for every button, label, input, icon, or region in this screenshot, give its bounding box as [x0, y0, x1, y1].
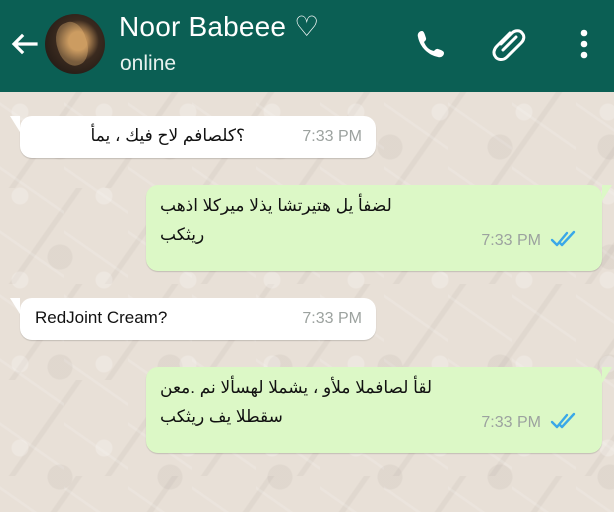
- back-button[interactable]: [8, 28, 40, 60]
- outgoing-message-bubble[interactable]: لضفأ يل هتيرتشا يذلا ميركلا اذهب ريثكب 7…: [146, 185, 612, 271]
- message-text-line: لضفأ يل هتيرتشا يذلا ميركلا اذهب: [160, 196, 392, 215]
- chat-background: ؟كلصافم لاح فيك ، يمأ 7:33 PM لضفأ يل هت…: [0, 92, 614, 512]
- message-time: 7:33 PM: [481, 232, 541, 249]
- message-text: RedJoint Cream?: [35, 308, 168, 327]
- contact-status: online: [120, 52, 177, 75]
- incoming-message-bubble[interactable]: RedJoint Cream? 7:33 PM: [10, 298, 376, 340]
- message-time: 7:33 PM: [481, 414, 541, 431]
- arrow-left-icon: [11, 33, 38, 55]
- contact-avatar[interactable]: [45, 14, 105, 74]
- chat-header: Noor Babeee ♡ online: [0, 0, 614, 92]
- message-text: ؟كلصافم لاح فيك ، يمأ: [90, 126, 245, 145]
- message-text-line: لقأ لصافملا ملأو ، يشملا لهسألا نم .معن: [160, 378, 433, 397]
- read-double-check-icon: [550, 230, 576, 247]
- more-vertical-icon: [580, 29, 588, 59]
- voice-call-button[interactable]: [412, 25, 450, 63]
- incoming-message-bubble[interactable]: ؟كلصافم لاح فيك ، يمأ 7:33 PM: [10, 116, 376, 158]
- phone-icon: [417, 31, 444, 58]
- message-time: 7:33 PM: [302, 128, 362, 145]
- paperclip-icon: [492, 29, 526, 61]
- message-time: 7:33 PM: [302, 310, 362, 327]
- outgoing-message-bubble[interactable]: لقأ لصافملا ملأو ، يشملا لهسألا نم .معن …: [146, 367, 612, 453]
- attach-button[interactable]: [490, 25, 528, 63]
- contact-name[interactable]: Noor Babeee ♡: [119, 10, 320, 43]
- menu-button[interactable]: [565, 25, 603, 63]
- read-double-check-icon: [550, 412, 576, 429]
